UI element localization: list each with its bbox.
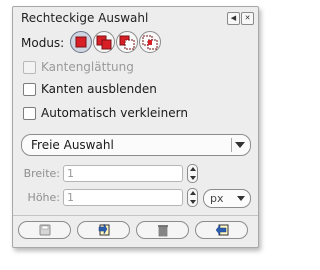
mode-add-button[interactable] (93, 31, 115, 53)
intersect-selection-icon (142, 35, 158, 50)
width-field[interactable]: 1 (63, 165, 183, 182)
tab-menu-icon[interactable]: ◀ (227, 12, 240, 25)
feather-label: Kanten ausblenden (41, 82, 157, 96)
mode-replace-button[interactable] (70, 31, 92, 53)
spin-down-icon[interactable] (190, 176, 196, 180)
chevron-down-icon (237, 196, 245, 201)
height-spinner[interactable] (187, 188, 198, 207)
unit-value: px (210, 192, 224, 205)
mode-subtract-button[interactable] (116, 31, 138, 53)
restore-options-icon (98, 223, 110, 236)
spin-up-icon[interactable] (190, 167, 196, 171)
delete-options-button[interactable] (136, 221, 189, 239)
chevron-down-icon (235, 142, 245, 148)
close-icon[interactable]: ✕ (241, 12, 254, 25)
divider (13, 215, 258, 216)
replace-selection-icon (75, 36, 87, 48)
antialias-checkbox (23, 60, 36, 74)
restore-options-button[interactable] (77, 221, 130, 239)
unit-select[interactable]: px (203, 189, 251, 208)
spin-down-icon[interactable] (190, 200, 196, 204)
save-options-button[interactable] (18, 221, 71, 239)
subtract-from-selection-icon (119, 35, 135, 50)
height-label: Höhe: (27, 191, 60, 204)
autoshrink-option[interactable]: Automatisch verkleinern (23, 106, 188, 120)
modus-label: Modus: (21, 36, 65, 50)
mode-intersect-button[interactable] (139, 31, 161, 53)
feather-option[interactable]: Kanten ausblenden (23, 82, 157, 96)
width-label: Breite: (23, 167, 60, 180)
autoshrink-label: Automatisch verkleinern (41, 106, 188, 120)
antialias-label: Kantenglättung (41, 60, 134, 74)
reset-options-icon (215, 224, 229, 236)
tool-options-panel: Rechteckige Auswahl ◀ ✕ Modus: Kantenglä… (12, 6, 259, 248)
feather-checkbox[interactable] (23, 82, 36, 96)
save-options-icon (39, 224, 51, 236)
antialias-option: Kantenglättung (23, 60, 134, 74)
autoshrink-checkbox[interactable] (23, 106, 36, 120)
shape-combo[interactable]: Freie Auswahl (21, 134, 251, 156)
width-spinner[interactable] (187, 164, 198, 183)
trash-icon (158, 225, 168, 237)
add-to-selection-icon (96, 35, 112, 50)
reset-options-button[interactable] (195, 221, 248, 239)
spin-up-icon[interactable] (190, 191, 196, 195)
shape-combo-value: Freie Auswahl (31, 138, 114, 152)
panel-title: Rechteckige Auswahl (21, 11, 149, 25)
height-field[interactable]: 1 (63, 189, 183, 206)
